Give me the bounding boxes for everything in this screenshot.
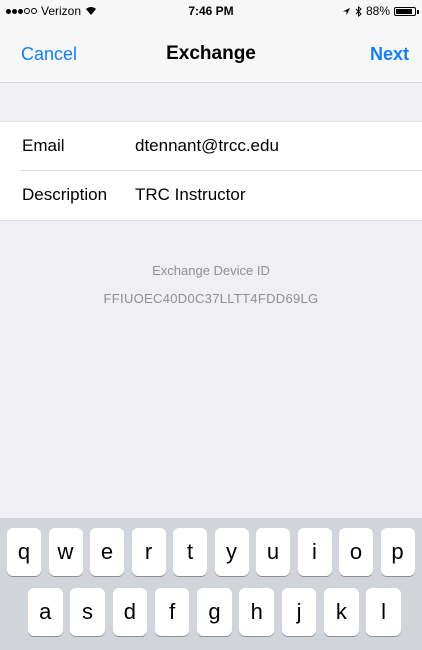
key-o[interactable]: o — [339, 528, 373, 576]
key-k[interactable]: k — [324, 588, 359, 636]
page-title: Exchange — [166, 43, 256, 64]
key-a[interactable]: a — [28, 588, 63, 636]
email-label: Email — [22, 136, 65, 155]
next-button[interactable]: Next — [370, 44, 409, 65]
keyboard: q w e r t y u i o p a s d f g h j k l — [0, 518, 422, 650]
device-id-label: Exchange Device ID — [152, 263, 270, 278]
key-p[interactable]: p — [380, 528, 415, 576]
key-q[interactable]: q — [7, 528, 41, 576]
key-r[interactable]: r — [131, 528, 166, 576]
status-right: 88% — [342, 4, 419, 18]
key-i[interactable]: i — [297, 528, 332, 576]
navigation-bar: Cancel Exchange Next — [0, 22, 422, 83]
description-row[interactable]: Description TRC Instructor — [0, 171, 422, 219]
email-field[interactable]: dtennant@trcc.edu — [135, 136, 279, 156]
description-field[interactable]: TRC Instructor — [135, 185, 246, 205]
key-l[interactable]: l — [366, 588, 401, 636]
status-bar: Verizon 7:46 PM 88% — [0, 0, 422, 22]
bluetooth-icon — [355, 5, 362, 17]
battery-icon — [394, 6, 419, 16]
key-t[interactable]: t — [173, 528, 207, 576]
keyboard-row-2: a s d f g h j k l — [28, 588, 422, 636]
keyboard-row-1: q w e r t y u i o p — [7, 528, 422, 576]
key-d[interactable]: d — [112, 588, 148, 636]
account-form: Email dtennant@trcc.edu Description TRC … — [0, 121, 422, 221]
key-e[interactable]: e — [90, 528, 124, 576]
key-j[interactable]: j — [281, 588, 317, 636]
device-id-value: FFIUOEC40D0C37LLTT4FDD69LG — [103, 291, 319, 306]
key-s[interactable]: s — [70, 588, 105, 636]
key-h[interactable]: h — [239, 588, 274, 636]
key-f[interactable]: f — [154, 588, 190, 636]
description-label: Description — [22, 185, 108, 204]
key-g[interactable]: g — [197, 588, 232, 636]
location-arrow-icon — [342, 7, 351, 15]
key-w[interactable]: w — [48, 528, 83, 576]
key-u[interactable]: u — [256, 528, 290, 576]
battery-percent: 88% — [365, 4, 390, 18]
email-row[interactable]: Email dtennant@trcc.edu — [0, 122, 422, 171]
key-y[interactable]: y — [214, 528, 249, 576]
